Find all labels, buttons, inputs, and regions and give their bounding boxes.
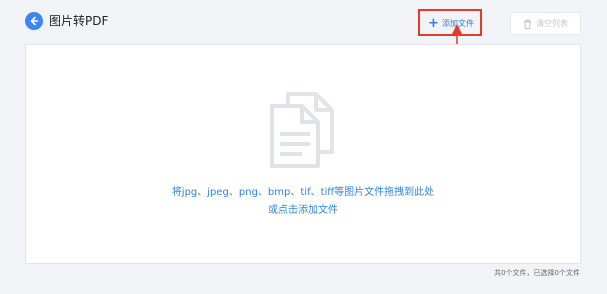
documents-icon [270, 92, 334, 168]
trash-icon [524, 18, 531, 29]
drop-hint-text: 将jpg、jpeg、png、bmp、tif、tiff等图片文件拖拽到此处 [171, 187, 435, 198]
page-title: 图片转PDF [49, 14, 109, 28]
click-add-file-link[interactable]: 或点击添加文件 [26, 204, 580, 218]
arrow-left-icon [30, 16, 39, 26]
header-bar: 图片转PDF + 添加文件 清空列表 [0, 0, 607, 66]
file-count-status: 共0个文件，已选择0个文件 [494, 269, 580, 277]
clear-list-button[interactable]: 清空列表 [510, 12, 581, 35]
file-drop-zone[interactable]: 将jpg、jpeg、png、bmp、tif、tiff等图片文件拖拽到此处 或点击… [25, 44, 581, 264]
back-button[interactable] [25, 12, 43, 30]
clear-list-label: 清空列表 [536, 19, 568, 28]
